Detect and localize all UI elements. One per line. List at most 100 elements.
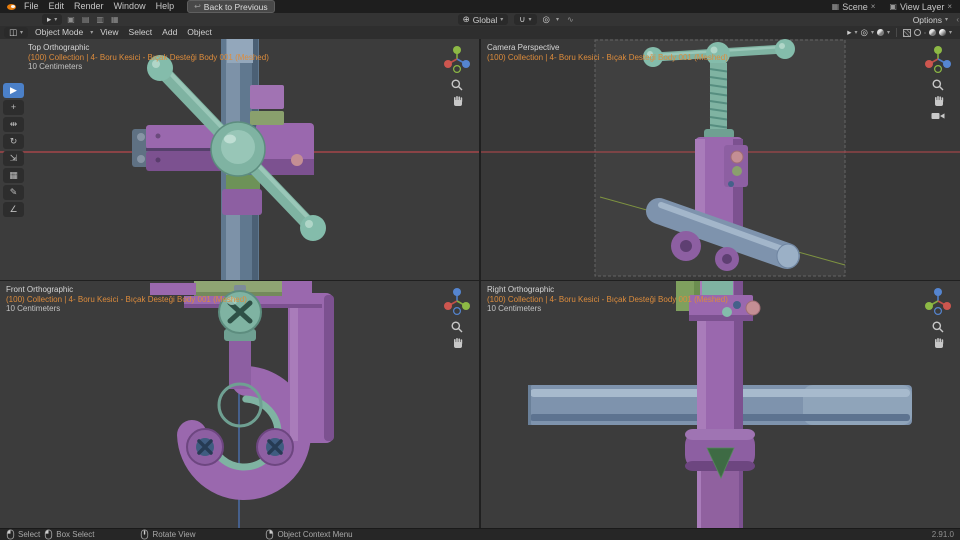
scene-unlink-icon[interactable]: × bbox=[871, 2, 876, 11]
pan-hand-icon[interactable] bbox=[932, 337, 944, 349]
grid-scale-label: 10 Centimeters bbox=[487, 304, 542, 313]
view-layer-selector[interactable]: ▣ View Layer × bbox=[889, 2, 952, 12]
region-toggle-icon[interactable]: ‹ bbox=[956, 15, 959, 24]
cursor-tool-button[interactable]: + bbox=[3, 100, 24, 115]
viewport-bottom-right[interactable]: Right Orthographic (100) Collection | 4-… bbox=[481, 281, 960, 528]
zoom-icon[interactable] bbox=[451, 79, 463, 91]
active-tool-dropdown[interactable]: ▸ ▾ bbox=[42, 14, 63, 25]
orientation-value: Global bbox=[472, 14, 498, 25]
viewport-header-left: ◫ ▾ Object Mode ▾ View Select Add Object bbox=[4, 26, 217, 39]
shading-wireframe-icon[interactable] bbox=[913, 29, 921, 36]
top-view-scene bbox=[0, 39, 479, 280]
scene-name: Scene bbox=[842, 1, 868, 12]
hint-rotate-view-label: Rotate View bbox=[152, 530, 196, 539]
zoom-icon[interactable] bbox=[932, 79, 944, 91]
viewport-title: Right Orthographic bbox=[487, 285, 555, 294]
xray-toggle-icon[interactable] bbox=[902, 28, 911, 37]
tweak-tool-icon: ▸ bbox=[47, 14, 52, 24]
hint-select: Select bbox=[6, 529, 40, 540]
blender-logo-icon[interactable] bbox=[6, 1, 17, 12]
menu-edit[interactable]: Edit bbox=[44, 0, 70, 13]
rotate-tool-button[interactable]: ↻ bbox=[3, 134, 24, 149]
tool-option-icon-1[interactable]: ▣ bbox=[65, 15, 77, 24]
snap-dropdown[interactable]: ∪ ▾ bbox=[514, 14, 537, 25]
view-layer-unlink-icon[interactable]: × bbox=[947, 2, 952, 11]
annotate-tool-button[interactable]: ✎ bbox=[3, 185, 24, 200]
active-object-breadcrumb: (100) Collection | 4- Boru Kesici - Bıça… bbox=[487, 52, 728, 62]
camera-view-scene bbox=[481, 39, 960, 280]
back-to-previous-button[interactable]: ↩ Back to Previous bbox=[187, 0, 275, 13]
falloff-icon[interactable]: ∿ bbox=[565, 15, 576, 24]
proportional-editing-icon[interactable]: ◎ bbox=[543, 14, 550, 25]
hint-box-select: Box Select bbox=[44, 529, 94, 540]
tool-option-icon-3[interactable]: ▥ bbox=[94, 15, 106, 24]
scene-selector[interactable]: ▦ Scene × bbox=[832, 2, 876, 12]
viewport-top-left[interactable]: Top Orthographic (100) Collection | 4- B… bbox=[0, 39, 479, 280]
viewport-top-right[interactable]: Camera Perspective (100) Collection | 4-… bbox=[481, 39, 960, 280]
shading-material-icon[interactable] bbox=[928, 29, 936, 36]
overlays-toggle-icon[interactable] bbox=[876, 29, 884, 36]
zoom-icon[interactable] bbox=[932, 321, 944, 333]
tweak-tool-button[interactable]: ▶ bbox=[3, 83, 24, 98]
menu-select[interactable]: Select bbox=[124, 26, 158, 39]
tool-option-icon-4[interactable]: ▦ bbox=[109, 15, 121, 24]
topbar: File Edit Render Window Help ↩ Back to P… bbox=[0, 0, 960, 13]
menu-help[interactable]: Help bbox=[151, 0, 180, 13]
axis-gizmo[interactable] bbox=[922, 285, 954, 317]
back-to-previous-label: Back to Previous bbox=[203, 1, 268, 12]
transform-orientation-dropdown[interactable]: ⊕ Global ▾ bbox=[457, 14, 509, 25]
menu-render[interactable]: Render bbox=[69, 0, 109, 13]
viewport-title: Camera Perspective bbox=[487, 43, 560, 52]
axis-gizmo[interactable] bbox=[441, 285, 473, 317]
menu-add[interactable]: Add bbox=[157, 26, 182, 39]
viewport-nav-controls bbox=[440, 43, 474, 107]
chevron-down-icon: ▾ bbox=[948, 30, 952, 36]
left-mouse-drag-icon bbox=[45, 529, 53, 540]
options-dropdown[interactable]: Options bbox=[913, 15, 942, 25]
menu-object[interactable]: Object bbox=[182, 26, 217, 39]
right-view-scene bbox=[481, 281, 960, 528]
active-object-breadcrumb: (100) Collection | 4- Boru Kesici - Bıça… bbox=[6, 294, 247, 304]
zoom-icon[interactable] bbox=[451, 321, 463, 333]
shading-rendered-icon[interactable] bbox=[938, 29, 946, 36]
blender-window: File Edit Render Window Help ↩ Back to P… bbox=[0, 0, 960, 540]
pan-hand-icon[interactable] bbox=[932, 95, 944, 107]
chevron-down-icon: ▾ bbox=[944, 17, 948, 23]
scale-tool-button[interactable]: ⇲ bbox=[3, 151, 24, 166]
selectability-filter-icon[interactable]: ▸ bbox=[847, 27, 851, 38]
measure-tool-button[interactable]: ∠ bbox=[3, 202, 24, 217]
viewport-nav-controls bbox=[921, 43, 955, 121]
chevron-down-icon: ▾ bbox=[90, 30, 94, 36]
hint-context-menu-label: Object Context Menu bbox=[277, 530, 353, 539]
view-layer-name: View Layer bbox=[899, 1, 945, 12]
axis-gizmo[interactable] bbox=[441, 43, 473, 75]
editor-type-dropdown[interactable]: ◫ ▾ bbox=[4, 27, 29, 38]
viewport-title: Front Orthographic bbox=[6, 285, 74, 294]
viewport-info: Right Orthographic (100) Collection | 4-… bbox=[487, 285, 728, 314]
menu-view[interactable]: View bbox=[95, 26, 123, 39]
version-label: 2.91.0 bbox=[931, 530, 954, 539]
status-bar: Select Box Select Rotate View Object Con… bbox=[0, 528, 960, 540]
tool-option-icon-2[interactable]: ▤ bbox=[80, 15, 92, 24]
viewport-bottom-left[interactable]: Front Orthographic (100) Collection | 4-… bbox=[0, 281, 479, 528]
roller-screw-right bbox=[256, 428, 294, 466]
active-tool-region: ▸ ▾ ▣ ▤ ▥ ▦ bbox=[42, 14, 121, 25]
transform-tool-button[interactable]: ▦ bbox=[3, 168, 24, 183]
chevron-down-icon: ▾ bbox=[555, 17, 559, 23]
topbar-right: ▦ Scene × ▣ View Layer × bbox=[832, 2, 956, 12]
chevron-down-icon: ▾ bbox=[870, 30, 874, 36]
camera-view-icon[interactable] bbox=[931, 111, 945, 121]
toolbar: ▶ + ⇹ ↻ ⇲ ▦ ✎ ∠ bbox=[3, 83, 24, 217]
menu-file[interactable]: File bbox=[19, 0, 44, 13]
axis-gizmo[interactable] bbox=[922, 43, 954, 75]
shading-solid-active[interactable] bbox=[923, 31, 926, 34]
pan-hand-icon[interactable] bbox=[451, 95, 463, 107]
chevron-down-icon: ▾ bbox=[54, 17, 58, 23]
gizmos-toggle-icon[interactable]: ◎ bbox=[861, 27, 868, 38]
mode-dropdown[interactable]: Object Mode bbox=[30, 26, 88, 39]
menu-window[interactable]: Window bbox=[109, 0, 151, 13]
move-tool-button[interactable]: ⇹ bbox=[3, 117, 24, 132]
viewport-nav-controls bbox=[440, 285, 474, 349]
pan-hand-icon[interactable] bbox=[451, 337, 463, 349]
roller-screw-left bbox=[186, 428, 224, 466]
